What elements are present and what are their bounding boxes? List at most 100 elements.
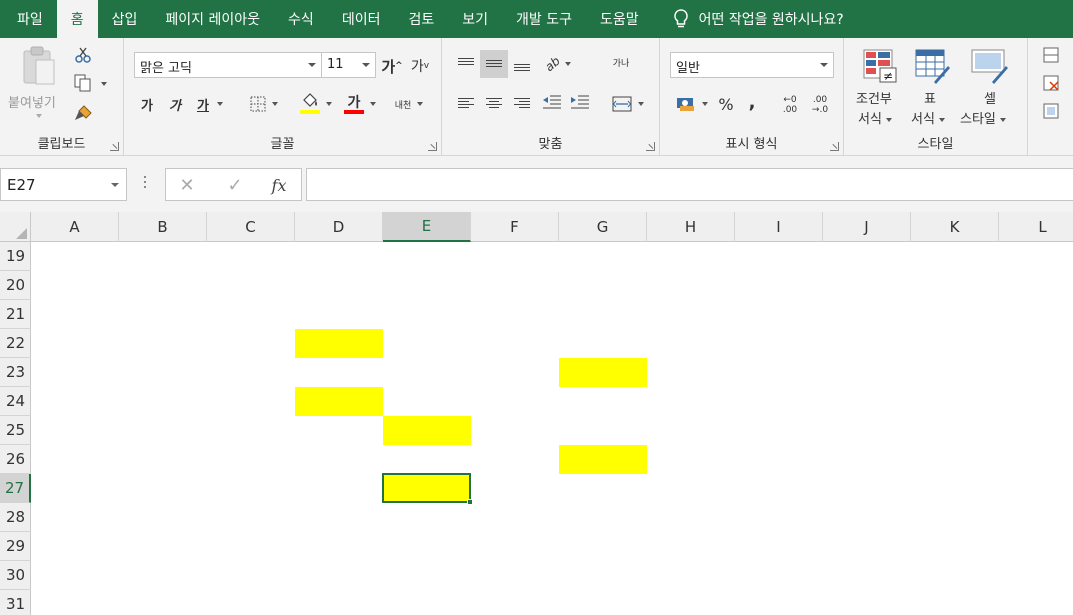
tab-page-layout[interactable]: 페이지 레이아웃: [151, 0, 274, 38]
row-header-31[interactable]: 31: [0, 590, 31, 615]
select-all-button[interactable]: [0, 212, 31, 242]
font-name-select[interactable]: 맑은 고딕: [134, 52, 322, 78]
column-header-k[interactable]: K: [911, 212, 999, 242]
format-as-table-button[interactable]: 표 서식: [908, 46, 960, 127]
italic-button[interactable]: 가: [164, 92, 186, 116]
row-header-29[interactable]: 29: [0, 532, 31, 561]
increase-decimal-button[interactable]: ←0 .00: [778, 92, 802, 118]
row-header-25[interactable]: 25: [0, 416, 31, 445]
formula-input[interactable]: [306, 168, 1073, 201]
column-headers: ABCDEFGHIJKL: [0, 212, 1073, 242]
font-launcher-icon[interactable]: [428, 142, 437, 151]
formula-bar-grip-icon[interactable]: [143, 176, 147, 192]
cell-g26[interactable]: [559, 445, 647, 474]
styles-group-label: 스타일: [917, 137, 954, 152]
font-size-dropdown-icon: [362, 63, 370, 67]
shrink-font-button[interactable]: 가v: [408, 54, 432, 78]
tab-developer[interactable]: 개발 도구: [502, 0, 586, 38]
row-header-21[interactable]: 21: [0, 300, 31, 329]
row-header-24[interactable]: 24: [0, 387, 31, 416]
row-header-23[interactable]: 23: [0, 358, 31, 387]
tell-me-box[interactable]: 어떤 작업을 원하시나요?: [653, 0, 844, 38]
comma-button[interactable]: ,: [744, 90, 760, 114]
tab-help[interactable]: 도움말: [586, 0, 653, 38]
phonetic-button[interactable]: 내천: [388, 92, 430, 116]
row-header-26[interactable]: 26: [0, 445, 31, 474]
tab-file[interactable]: 파일: [0, 0, 57, 38]
fill-color-button[interactable]: [296, 90, 336, 118]
column-header-b[interactable]: B: [119, 212, 207, 242]
name-box[interactable]: E27: [0, 168, 127, 201]
insert-function-icon[interactable]: fx: [266, 173, 292, 197]
row-header-19[interactable]: 19: [0, 242, 31, 271]
font-color-button[interactable]: 가: [340, 90, 380, 118]
increase-indent-icon[interactable]: [570, 94, 590, 110]
enter-icon[interactable]: ✓: [222, 173, 248, 197]
tab-view[interactable]: 보기: [448, 0, 502, 38]
cancel-icon[interactable]: ✕: [174, 173, 200, 197]
number-format-select[interactable]: 일반: [670, 52, 834, 78]
insert-cells-icon[interactable]: [1042, 46, 1060, 64]
align-left-icon[interactable]: [458, 96, 474, 110]
grow-font-button[interactable]: 가 ^: [380, 54, 404, 78]
orientation-button[interactable]: ab: [540, 52, 576, 76]
underline-button[interactable]: 가: [190, 92, 230, 116]
column-header-e[interactable]: E: [383, 212, 471, 242]
column-header-h[interactable]: H: [647, 212, 735, 242]
cell-d24[interactable]: [295, 387, 383, 416]
font-group-label: 글꼴: [270, 137, 295, 152]
paste-button[interactable]: 붙여넣기: [8, 44, 66, 120]
cell-styles-button[interactable]: 셀 스타일: [960, 46, 1024, 127]
cell-d22[interactable]: [295, 329, 383, 358]
column-header-l[interactable]: L: [999, 212, 1073, 242]
decrease-indent-icon[interactable]: [542, 94, 562, 110]
wrap-text-button[interactable]: 가나: [606, 50, 636, 78]
column-header-d[interactable]: D: [295, 212, 383, 242]
font-size-select[interactable]: 11: [321, 52, 376, 78]
accounting-format-button[interactable]: [672, 92, 712, 116]
row-header-22[interactable]: 22: [0, 329, 31, 358]
row-header-28[interactable]: 28: [0, 503, 31, 532]
tab-home[interactable]: 홈: [56, 0, 98, 38]
number-launcher-icon[interactable]: [830, 142, 839, 151]
copy-button[interactable]: [74, 74, 110, 94]
column-header-f[interactable]: F: [471, 212, 559, 242]
align-right-icon[interactable]: [514, 96, 530, 110]
fill-handle[interactable]: [467, 499, 473, 505]
format-cells-icon[interactable]: [1042, 102, 1060, 120]
conditional-formatting-label-2: 서식: [858, 108, 893, 127]
tab-formulas[interactable]: 수식: [274, 0, 328, 38]
alignment-launcher-icon[interactable]: [646, 142, 655, 151]
column-header-g[interactable]: G: [559, 212, 647, 242]
row-header-20[interactable]: 20: [0, 271, 31, 300]
format-painter-icon[interactable]: [74, 104, 94, 122]
top-align-icon[interactable]: [458, 56, 474, 67]
row-header-30[interactable]: 30: [0, 561, 31, 590]
formula-bar: E27 ✕ ✓ fx: [0, 156, 1073, 212]
cell-e25[interactable]: [383, 416, 471, 445]
decrease-decimal-button[interactable]: .00 →.0: [808, 92, 832, 118]
tab-insert[interactable]: 삽입: [98, 0, 152, 38]
active-cell-outline[interactable]: [382, 473, 471, 503]
cut-icon[interactable]: [74, 46, 92, 64]
bottom-align-icon[interactable]: [514, 62, 530, 73]
column-header-a[interactable]: A: [31, 212, 119, 242]
bold-button[interactable]: 가: [136, 92, 158, 116]
percent-button[interactable]: %: [716, 92, 736, 116]
clipboard-launcher-icon[interactable]: [110, 142, 119, 151]
middle-align-button[interactable]: [480, 50, 508, 78]
align-center-icon[interactable]: [486, 96, 502, 110]
column-header-i[interactable]: I: [735, 212, 823, 242]
column-header-c[interactable]: C: [207, 212, 295, 242]
cell-g23[interactable]: [559, 358, 647, 387]
tab-review[interactable]: 검토: [394, 0, 448, 38]
row-header-27[interactable]: 27: [0, 474, 31, 503]
tab-data[interactable]: 데이터: [328, 0, 395, 38]
delete-cells-icon[interactable]: [1042, 74, 1060, 92]
number-group-label: 표시 형식: [725, 137, 778, 152]
borders-button[interactable]: [242, 92, 286, 116]
merge-center-button[interactable]: [606, 92, 650, 116]
worksheet[interactable]: ABCDEFGHIJKL 19 20 21 22 23 24 25 26 27 28 29 30 31: [0, 212, 1073, 615]
column-header-j[interactable]: J: [823, 212, 911, 242]
conditional-formatting-button[interactable]: ≠ 조건부 서식: [852, 46, 908, 127]
